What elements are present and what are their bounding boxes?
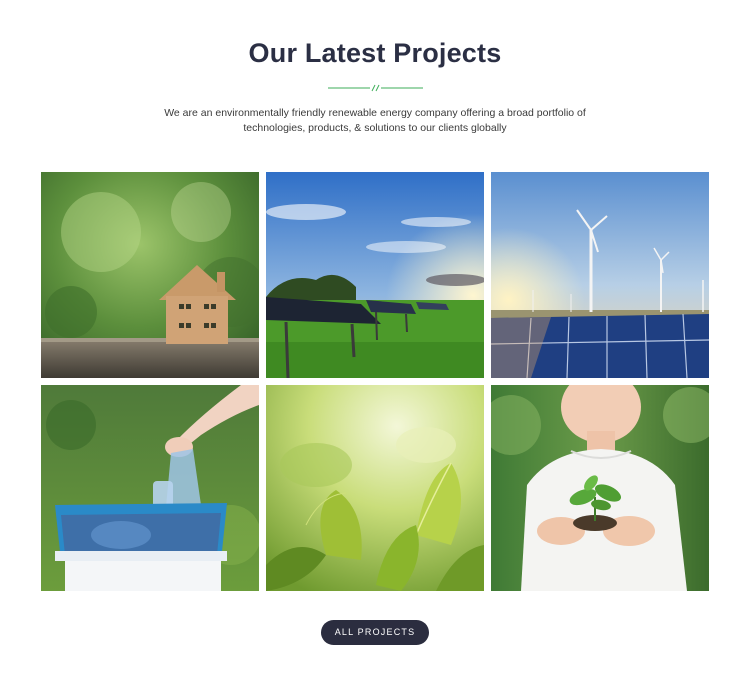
project-tile-solar-field[interactable] bbox=[266, 172, 484, 378]
house-model-image bbox=[41, 172, 259, 378]
projects-grid bbox=[41, 172, 709, 592]
project-tile-leaves[interactable] bbox=[266, 385, 484, 591]
project-tile-house[interactable] bbox=[41, 172, 259, 378]
solar-field-image bbox=[266, 172, 484, 378]
section-subtitle: We are an environmentally friendly renew… bbox=[164, 107, 586, 134]
title-divider bbox=[328, 84, 423, 92]
recycling-image bbox=[41, 385, 259, 591]
all-projects-button[interactable]: ALL PROJECTS bbox=[321, 620, 429, 645]
projects-section: Our Latest Projects We are an environmen… bbox=[0, 0, 750, 687]
child-seedling-image bbox=[491, 385, 709, 591]
project-tile-recycling[interactable] bbox=[41, 385, 259, 591]
section-title: Our Latest Projects bbox=[248, 38, 502, 68]
wind-turbines-image bbox=[491, 172, 709, 378]
project-tile-seedling[interactable] bbox=[491, 385, 709, 591]
project-tile-wind-solar[interactable] bbox=[491, 172, 709, 378]
leaves-image bbox=[266, 385, 484, 591]
